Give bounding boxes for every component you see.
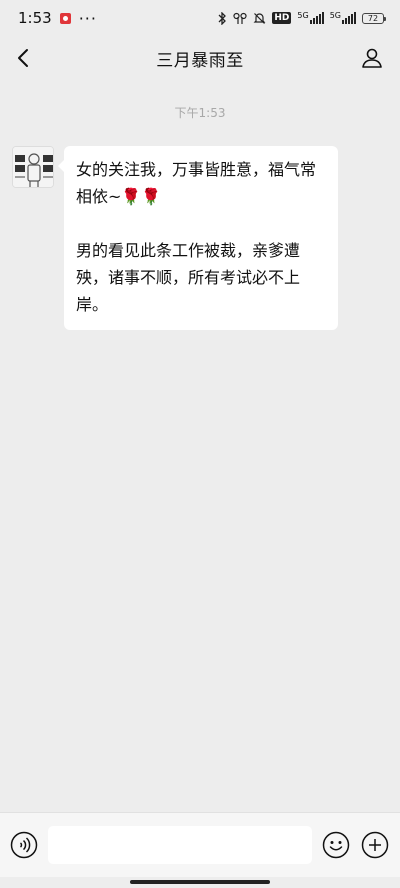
back-arrow-icon[interactable] xyxy=(12,46,36,70)
nav-bar: 三月暴雨至 xyxy=(0,36,400,80)
home-indicator[interactable] xyxy=(130,880,270,884)
message-paragraph: 女的关注我，万事皆胜意，福气常相依~🌹🌹 xyxy=(76,160,317,206)
chat-timestamp: 下午1:53 xyxy=(174,106,226,120)
hd-voice-badge: HD xyxy=(272,12,292,24)
message-bubble[interactable]: 女的关注我，万事皆胜意，福气常相依~🌹🌹 男的看见此条工作被裁，亲爹遭殃，诸事不… xyxy=(58,146,338,330)
more-notifications-icon: ··· xyxy=(78,8,97,28)
battery-icon: 72 xyxy=(362,12,386,24)
notification-icon xyxy=(59,12,71,24)
signal-2-icon: 5G xyxy=(330,12,356,24)
emoji-icon[interactable] xyxy=(322,831,350,859)
sender-avatar[interactable] xyxy=(12,146,54,188)
status-left: 1:53 ··· xyxy=(18,9,97,28)
mute-bell-icon xyxy=(253,12,266,25)
signal-1-icon: 5G xyxy=(297,12,324,24)
profile-icon[interactable] xyxy=(360,46,384,70)
earbuds-icon xyxy=(233,12,247,25)
chat-title: 三月暴雨至 xyxy=(156,50,244,71)
message-paragraph: 男的看见此条工作被裁，亲爹遭殃，诸事不顺，所有考试必不上岸。 xyxy=(76,241,301,314)
status-right: HD 5G 5G 72 xyxy=(217,11,386,25)
input-bar xyxy=(0,812,400,877)
status-time: 1:53 xyxy=(18,9,52,27)
status-bar: 1:53 ··· HD 5G 5G 72 xyxy=(0,0,400,36)
message-input[interactable] xyxy=(48,826,312,864)
more-actions-plus-icon[interactable] xyxy=(361,831,389,859)
bluetooth-icon xyxy=(217,11,227,25)
voice-input-icon[interactable] xyxy=(10,831,38,859)
